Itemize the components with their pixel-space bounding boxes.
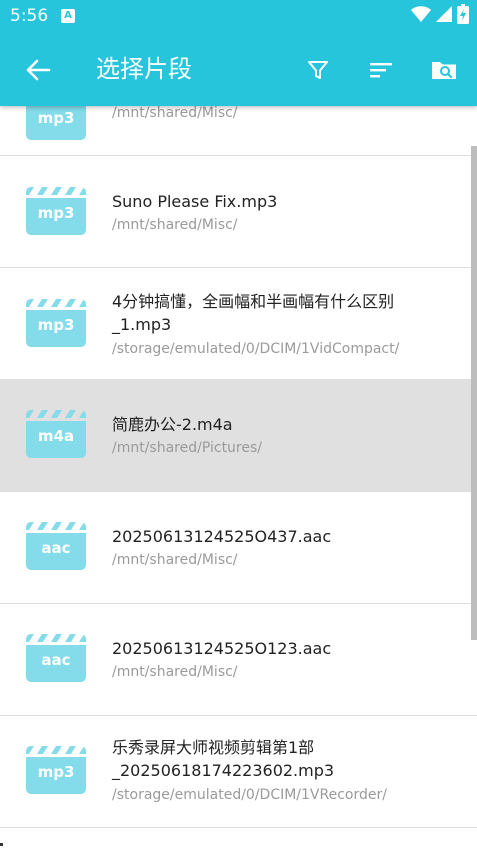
file-type-label: mp3 xyxy=(37,204,75,222)
audio-file-icon: m4a xyxy=(26,410,86,458)
file-path: /storage/emulated/0/DCIM/1VRecorder/ xyxy=(112,787,387,803)
audio-file-icon: aac xyxy=(26,522,86,570)
app-bar: 5:56 A 选择片段 xyxy=(0,0,477,106)
audio-file-icon: aac xyxy=(26,634,86,682)
file-path: /storage/emulated/0/DCIM/1VidCompact/ xyxy=(112,341,400,357)
status-icons xyxy=(411,4,469,28)
file-name: 乐秀录屏大师视频剪辑第1部_20250618174223602.mp3 xyxy=(112,738,335,780)
audio-file-icon: mp3 xyxy=(26,187,86,235)
battery-charging-icon xyxy=(457,4,469,28)
list-scrollbar[interactable] xyxy=(471,146,477,640)
list-item[interactable]: mp3 4分钟搞懂，全画幅和半画幅有什么区别_1.mp3 /storage/em… xyxy=(0,268,477,380)
status-time: 5:56 xyxy=(10,6,49,26)
file-name: 20250613124525O437.aac xyxy=(112,527,332,546)
file-path: /mnt/shared/Misc/ xyxy=(112,552,238,568)
list-item[interactable]: mp3 乐秀录屏大师视频剪辑第1部_20250618174223602.mp3 … xyxy=(0,716,477,828)
file-type-label: m4a xyxy=(37,427,75,445)
file-type-label: aac xyxy=(41,651,71,669)
file-path: /mnt/shared/Pictures/ xyxy=(112,440,263,456)
file-path: /mnt/shared/Misc/ xyxy=(112,105,238,121)
arrow-left-icon[interactable] xyxy=(22,54,54,86)
file-type-label: mp3 xyxy=(37,109,75,127)
file-type-label: mp3 xyxy=(37,316,75,334)
filter-icon[interactable] xyxy=(302,54,334,86)
file-path: /mnt/shared/Misc/ xyxy=(112,217,238,233)
wifi-icon xyxy=(411,5,431,27)
sort-icon[interactable] xyxy=(365,54,397,86)
file-list[interactable]: mp3 /mnt/shared/Misc/ mp3 Suno Please Fi… xyxy=(0,0,477,848)
list-item-selected[interactable]: m4a 简鹿办公-2.m4a /mnt/shared/Pictures/ xyxy=(0,380,477,492)
list-item[interactable]: mp3 Suno Please Fix.mp3 /mnt/shared/Misc… xyxy=(0,156,477,268)
list-item[interactable]: aac 20250613124525O123.aac /mnt/shared/M… xyxy=(0,604,477,716)
file-name: 4分钟搞懂，全画幅和半画幅有什么区别_1.mp3 xyxy=(112,292,395,334)
page-title: 选择片段 xyxy=(96,55,192,83)
file-name: 20250613124525O123.aac xyxy=(112,639,332,658)
file-name: Suno Please Fix.mp3 xyxy=(112,192,278,211)
screen: mp3 /mnt/shared/Misc/ mp3 Suno Please Fi… xyxy=(0,0,477,848)
file-type-label: mp3 xyxy=(37,763,75,781)
a-badge-icon: A xyxy=(61,9,75,23)
folder-search-icon[interactable] xyxy=(428,54,460,86)
corner-dot xyxy=(0,843,3,846)
file-path: /mnt/shared/Misc/ xyxy=(112,664,238,680)
signal-icon xyxy=(435,5,453,27)
file-name: 简鹿办公-2.m4a xyxy=(112,415,233,434)
list-item[interactable]: aac 20250613124525O437.aac /mnt/shared/M… xyxy=(0,492,477,604)
audio-file-icon: mp3 xyxy=(26,746,86,794)
file-type-label: aac xyxy=(41,539,71,557)
audio-file-icon: mp3 xyxy=(26,299,86,347)
